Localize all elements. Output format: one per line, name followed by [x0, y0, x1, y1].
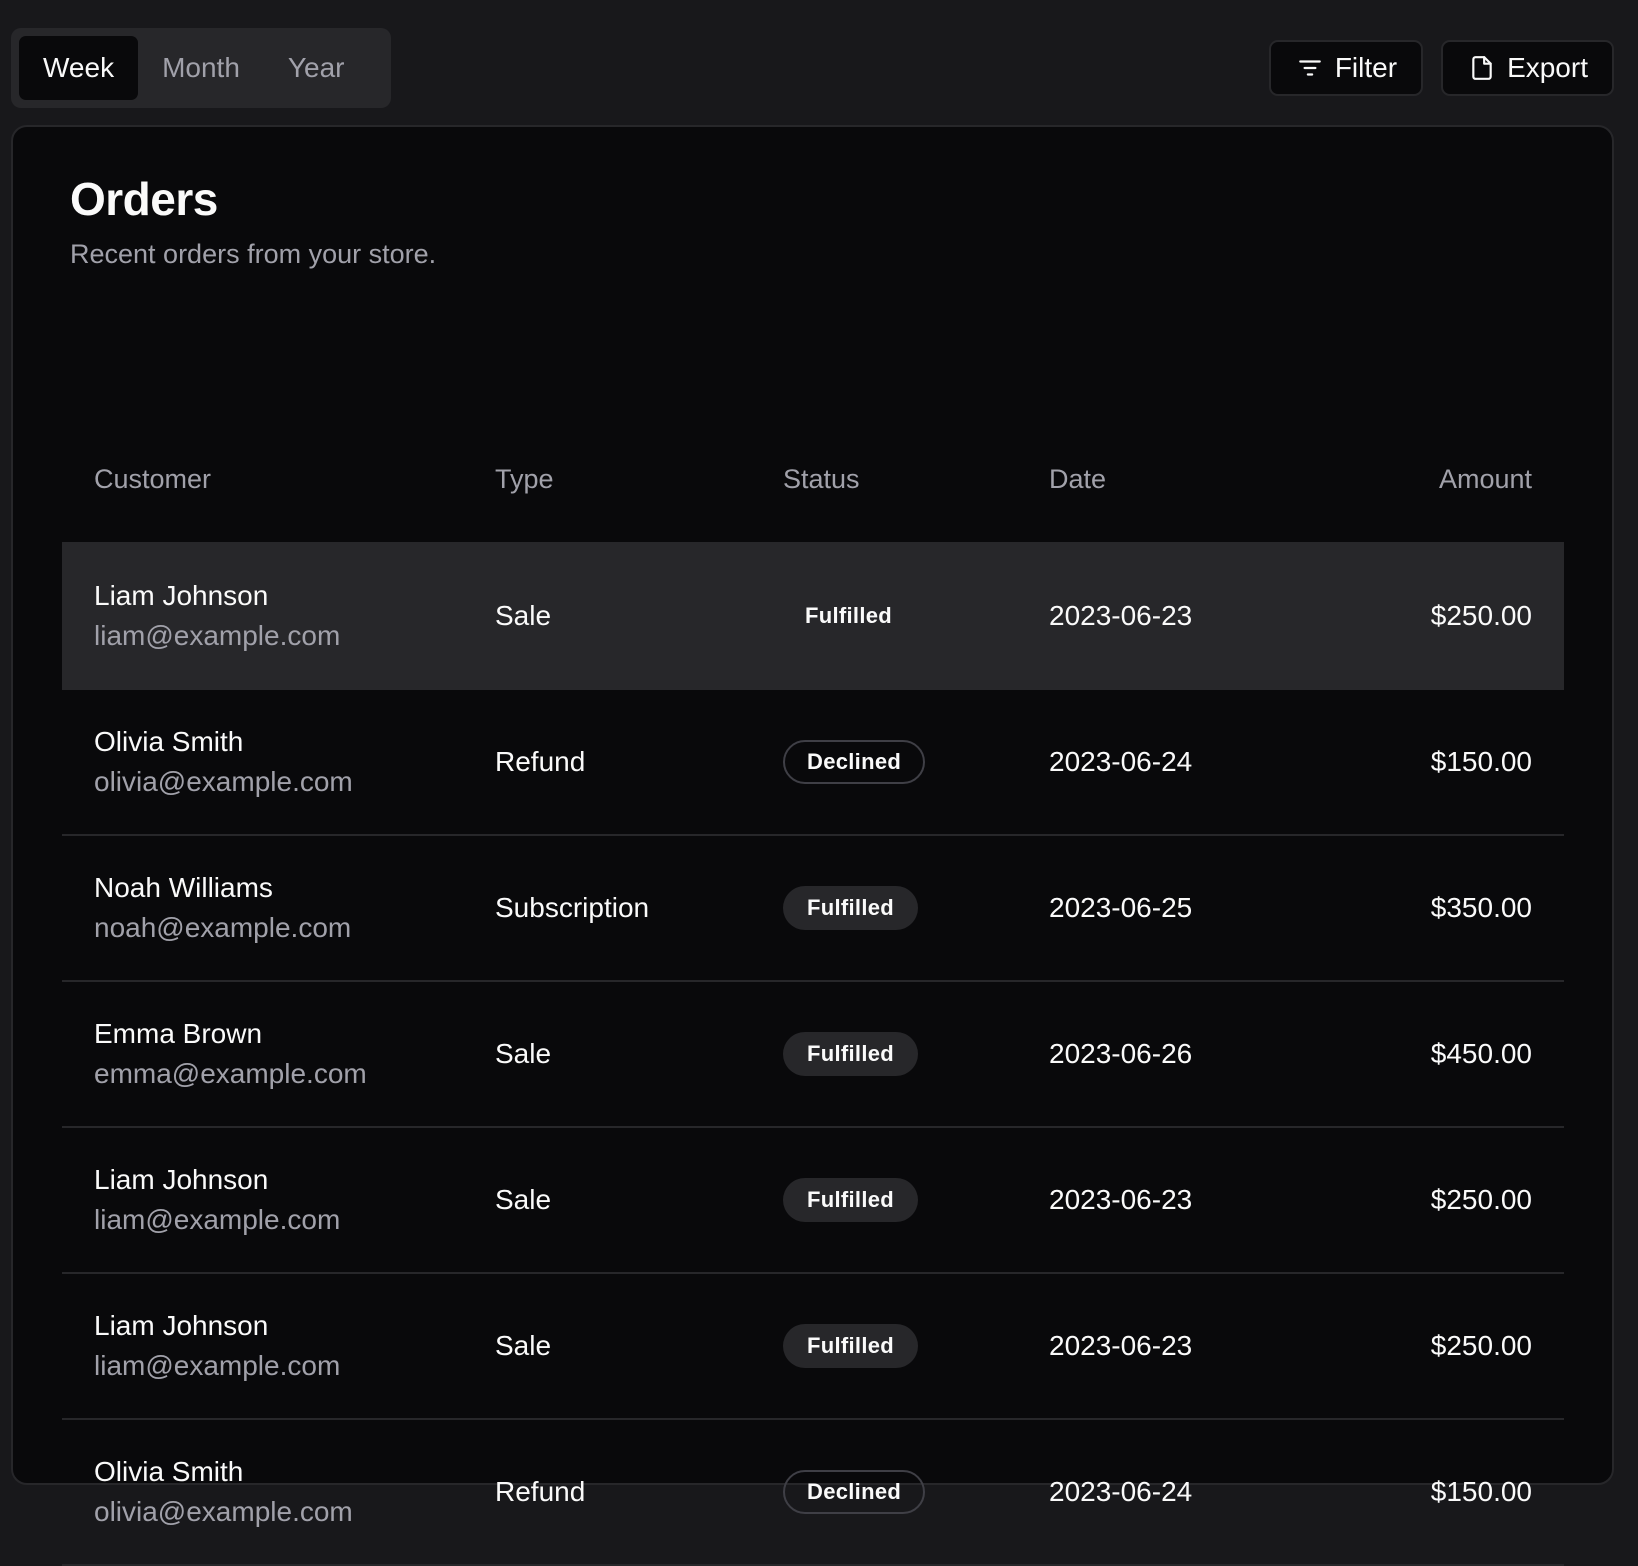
- amount-cell: $250.00: [1430, 600, 1532, 631]
- status-badge: Fulfilled: [783, 1324, 919, 1368]
- type-cell: Sale: [495, 1038, 552, 1069]
- customer-name: Olivia Smith: [94, 1456, 244, 1487]
- status-badge: Declined: [783, 1470, 926, 1514]
- table-row[interactable]: Olivia Smith olivia@example.com Refund D…: [62, 690, 1564, 836]
- table-row[interactable]: Olivia Smith olivia@example.com Refund D…: [62, 1420, 1564, 1566]
- amount-cell: $250.00: [1430, 1184, 1532, 1215]
- customer-name: Liam Johnson: [94, 1310, 269, 1341]
- filter-button-label: Filter: [1334, 52, 1398, 83]
- tab-year[interactable]: Year: [264, 36, 369, 100]
- customer-name: Noah Williams: [94, 872, 273, 903]
- date-cell: 2023-06-23: [1049, 1330, 1193, 1361]
- customer-cell: Noah Williams noah@example.com: [62, 868, 495, 948]
- header-date: Date: [1049, 464, 1107, 494]
- type-cell: Sale: [495, 600, 552, 631]
- header-status: Status: [783, 464, 860, 494]
- amount-cell: $150.00: [1430, 1476, 1532, 1507]
- customer-email: liam@example.com: [94, 620, 341, 651]
- customer-email: olivia@example.com: [94, 766, 353, 797]
- amount-cell: $350.00: [1430, 892, 1532, 923]
- tab-month[interactable]: Month: [138, 36, 264, 100]
- table-row[interactable]: Emma Brown emma@example.com Sale Fulfill…: [62, 982, 1564, 1128]
- customer-cell: Olivia Smith olivia@example.com: [62, 1452, 495, 1532]
- table-row[interactable]: Liam Johnson liam@example.com Sale Fulfi…: [62, 1274, 1564, 1420]
- customer-cell: Olivia Smith olivia@example.com: [62, 722, 495, 802]
- card-description: Recent orders from your store.: [70, 239, 437, 269]
- customer-email: emma@example.com: [94, 1058, 367, 1089]
- date-cell: 2023-06-26: [1049, 1038, 1193, 1069]
- customer-cell: Liam Johnson liam@example.com: [62, 1306, 495, 1386]
- type-cell: Subscription: [495, 892, 650, 923]
- status-badge: Fulfilled: [783, 886, 919, 930]
- orders-table: Customer Type Status Date Amount Liam Jo…: [62, 417, 1564, 1566]
- customer-email: liam@example.com: [94, 1350, 341, 1381]
- date-cell: 2023-06-23: [1049, 600, 1193, 631]
- header-customer: Customer: [94, 464, 212, 494]
- table-row[interactable]: Liam Johnson liam@example.com Sale Fulfi…: [62, 1128, 1564, 1274]
- table-header: Customer Type Status Date Amount: [62, 417, 1564, 544]
- status-cell: Fulfilled: [783, 1032, 1049, 1076]
- table-row[interactable]: Liam Johnson liam@example.com Sale Fulfi…: [62, 544, 1564, 690]
- customer-email: liam@example.com: [94, 1204, 341, 1235]
- amount-cell: $450.00: [1430, 1038, 1532, 1069]
- date-cell: 2023-06-24: [1049, 1476, 1193, 1507]
- customer-email: noah@example.com: [94, 912, 352, 943]
- date-cell: 2023-06-24: [1049, 746, 1193, 777]
- customer-cell: Liam Johnson liam@example.com: [62, 576, 495, 656]
- toolbar: Week Month Year Filter Export: [0, 0, 1638, 120]
- card-title: Orders: [70, 173, 218, 225]
- export-button[interactable]: Export: [1441, 40, 1614, 96]
- orders-card: Orders Recent orders from your store. Cu…: [11, 125, 1614, 1566]
- customer-cell: Liam Johnson liam@example.com: [62, 1160, 495, 1240]
- type-cell: Refund: [495, 746, 586, 777]
- customer-name: Liam Johnson: [94, 580, 269, 611]
- customer-email: olivia@example.com: [94, 1496, 353, 1527]
- type-cell: Sale: [495, 1330, 552, 1361]
- status-cell: Fulfilled: [783, 594, 1049, 638]
- type-cell: Refund: [495, 1476, 586, 1507]
- header-amount: Amount: [1438, 464, 1532, 494]
- type-cell: Sale: [495, 1184, 552, 1215]
- status-badge: Fulfilled: [783, 1178, 919, 1222]
- status-badge: Fulfilled: [805, 603, 893, 628]
- customer-cell: Emma Brown emma@example.com: [62, 1014, 495, 1094]
- customer-name: Olivia Smith: [94, 726, 244, 757]
- status-cell: Fulfilled: [783, 1178, 1049, 1222]
- status-cell: Fulfilled: [783, 1324, 1049, 1368]
- header-type: Type: [495, 464, 554, 494]
- status-cell: Fulfilled: [783, 886, 1049, 930]
- tab-week[interactable]: Week: [19, 36, 139, 100]
- filter-lines-icon: [1297, 55, 1323, 81]
- amount-cell: $150.00: [1430, 746, 1532, 777]
- export-button-label: Export: [1507, 52, 1588, 83]
- file-icon: [1469, 55, 1495, 81]
- customer-name: Liam Johnson: [94, 1164, 269, 1195]
- toolbar-actions: Filter Export: [1268, 40, 1614, 96]
- period-tabs: Week Month Year: [11, 28, 391, 108]
- status-cell: Declined: [783, 1470, 1049, 1514]
- table-row[interactable]: Noah Williams noah@example.com Subscript…: [62, 836, 1564, 982]
- status-badge: Declined: [783, 740, 926, 784]
- customer-name: Emma Brown: [94, 1018, 263, 1049]
- date-cell: 2023-06-25: [1049, 892, 1193, 923]
- amount-cell: $250.00: [1430, 1330, 1532, 1361]
- filter-button[interactable]: Filter: [1268, 40, 1424, 96]
- status-cell: Declined: [783, 740, 1049, 784]
- status-badge: Fulfilled: [783, 1032, 919, 1076]
- date-cell: 2023-06-23: [1049, 1184, 1193, 1215]
